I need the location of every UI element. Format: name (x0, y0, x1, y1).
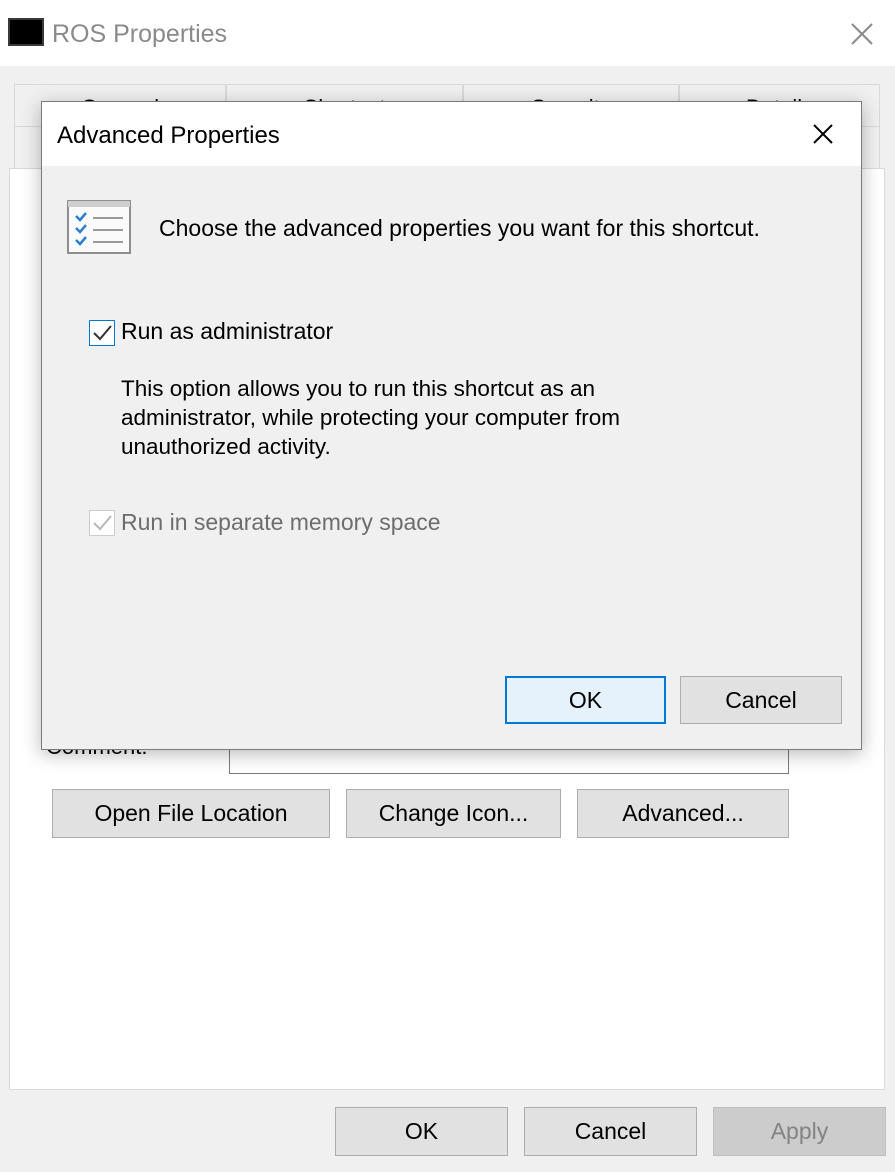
run-as-administrator-label[interactable]: Run as administrator (121, 315, 333, 347)
ok-button[interactable]: OK (335, 1107, 508, 1156)
checkmark-icon (93, 515, 112, 531)
window-title: ROS Properties (52, 20, 228, 48)
run-as-administrator-checkbox[interactable] (89, 320, 115, 346)
change-icon-button[interactable]: Change Icon... (346, 789, 561, 838)
advanced-properties-dialog: Advanced Properties Choose the advanced … (41, 101, 862, 750)
apply-button[interactable]: Apply (713, 1107, 886, 1156)
close-icon (813, 124, 833, 144)
dialog-heading: Choose the advanced properties you want … (159, 215, 760, 241)
console-app-icon (8, 18, 44, 46)
dialog-titlebar: Advanced Properties (42, 102, 861, 166)
separate-memory-space-checkbox (89, 510, 115, 536)
cancel-button[interactable]: Cancel (524, 1107, 697, 1156)
separate-memory-space-label: Run in separate memory space (121, 509, 441, 535)
run-as-administrator-description: This option allows you to run this short… (121, 376, 620, 459)
dialog-ok-button[interactable]: OK (505, 676, 666, 724)
advanced-button[interactable]: Advanced... (577, 789, 789, 838)
open-file-location-button[interactable]: Open File Location (52, 789, 330, 838)
dialog-title: Advanced Properties (57, 122, 280, 149)
dialog-close-button[interactable] (800, 112, 846, 156)
window-close-button[interactable] (836, 12, 888, 56)
dialog-cancel-button[interactable]: Cancel (680, 676, 842, 724)
checklist-icon (67, 200, 131, 254)
window-titlebar: ROS Properties (0, 0, 895, 66)
checkmark-icon (93, 325, 112, 341)
close-icon (851, 23, 873, 45)
